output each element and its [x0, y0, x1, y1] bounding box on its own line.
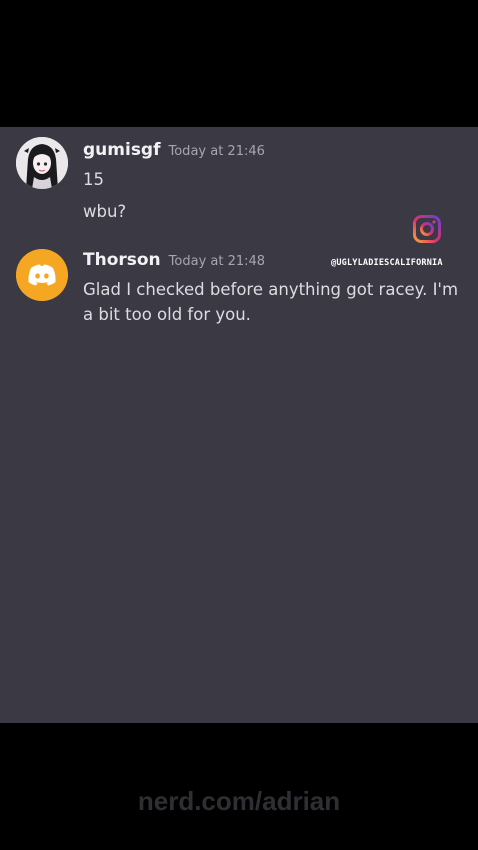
- message-text: wbu?: [83, 202, 127, 221]
- message-header: Thorson Today at 21:48: [83, 250, 265, 270]
- anime-girl-avatar-icon: [16, 137, 68, 189]
- chat-panel: gumisgf Today at 21:46 15 wbu? Thorson Tod…: [0, 127, 478, 723]
- username[interactable]: gumisgf: [83, 140, 161, 160]
- message-text: Glad I checked before anything got racey…: [83, 280, 459, 324]
- discord-logo-icon: [16, 249, 68, 301]
- watermark: nerd.com/adrian: [137, 786, 341, 816]
- message-header: gumisgf Today at 21:46: [83, 140, 265, 160]
- timestamp: Today at 21:46: [168, 144, 265, 159]
- user-avatar[interactable]: [16, 137, 68, 189]
- timestamp: Today at 21:48: [168, 254, 266, 269]
- message-text: 15: [83, 170, 104, 189]
- instagram-icon: [413, 215, 441, 243]
- instagram-handle: @UGLYLADIESCALIFORNIA: [331, 258, 443, 268]
- username[interactable]: Thorson: [83, 250, 161, 270]
- user-avatar[interactable]: [16, 249, 68, 301]
